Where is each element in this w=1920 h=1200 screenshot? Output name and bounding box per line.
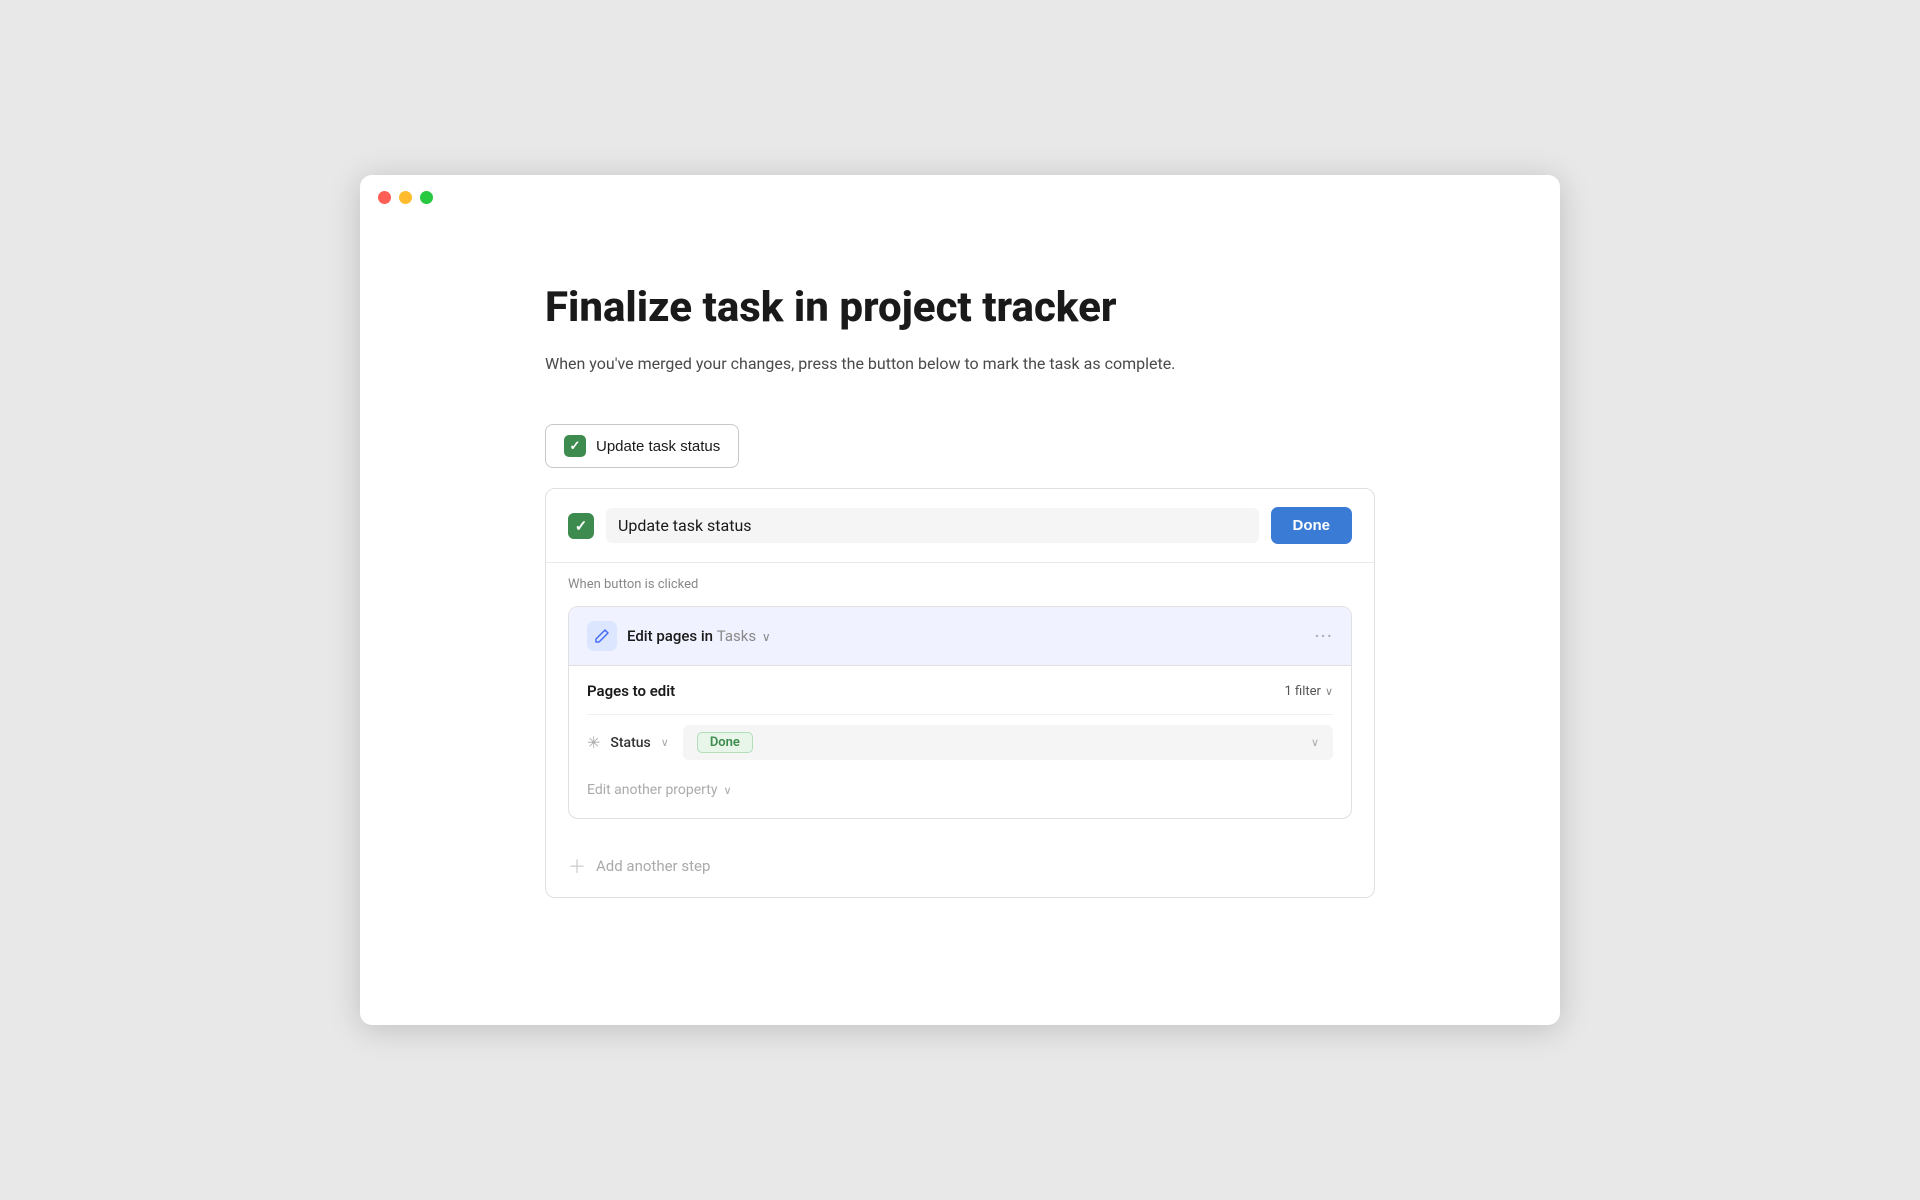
filter-count: 1 filter bbox=[1284, 684, 1320, 699]
status-icon: ✳ bbox=[587, 733, 600, 752]
edit-property-label: Edit another property bbox=[587, 782, 717, 798]
close-button[interactable] bbox=[378, 191, 391, 204]
update-button-label: Update task status bbox=[596, 438, 720, 455]
edit-pages-step: Edit pages in Tasks ∨ ··· Pages to edit … bbox=[568, 606, 1352, 819]
trigger-label: When button is clicked bbox=[546, 563, 1374, 606]
pages-to-edit-row: Pages to edit 1 filter ∨ bbox=[587, 682, 1333, 700]
step-title-prefix: Edit pages in bbox=[627, 627, 713, 645]
step-title: Edit pages in Tasks ∨ bbox=[627, 627, 771, 645]
add-step-plus-icon: ＋ bbox=[568, 853, 586, 879]
add-step-label: Add another step bbox=[596, 857, 710, 875]
done-badge-chevron-icon: ∨ bbox=[1311, 736, 1319, 749]
done-button[interactable]: Done bbox=[1271, 507, 1353, 544]
status-chevron-icon: ∨ bbox=[661, 736, 669, 749]
card-checkbox[interactable] bbox=[568, 513, 594, 539]
update-task-status-button[interactable]: Update task status bbox=[545, 424, 739, 468]
page-title: Finalize task in project tracker bbox=[545, 284, 1375, 332]
edit-another-property-button[interactable]: Edit another property ∨ bbox=[587, 770, 1333, 802]
card-header: Done bbox=[546, 489, 1374, 563]
step-body: Pages to edit 1 filter ∨ ✳ Status ∨ Done bbox=[569, 666, 1351, 818]
done-badge-container[interactable]: Done ∨ bbox=[683, 725, 1333, 760]
main-content: Finalize task in project tracker When yo… bbox=[360, 204, 1560, 958]
filter-badge[interactable]: 1 filter ∨ bbox=[1284, 684, 1333, 699]
app-window: Finalize task in project tracker When yo… bbox=[360, 175, 1560, 1025]
step-header: Edit pages in Tasks ∨ ··· bbox=[569, 607, 1351, 666]
edit-property-chevron-icon: ∨ bbox=[723, 784, 731, 797]
step-header-left: Edit pages in Tasks ∨ bbox=[587, 621, 771, 651]
minimize-button[interactable] bbox=[399, 191, 412, 204]
done-badge: Done bbox=[697, 732, 753, 753]
button-checkbox-icon bbox=[564, 435, 586, 457]
step-more-button[interactable]: ··· bbox=[1314, 626, 1333, 646]
status-row: ✳ Status ∨ Done ∨ bbox=[587, 714, 1333, 770]
page-description: When you've merged your changes, press t… bbox=[545, 352, 1375, 376]
automation-card: Done When button is clicked Edit pages i… bbox=[545, 488, 1375, 898]
filter-chevron-icon: ∨ bbox=[1325, 685, 1333, 698]
pages-label: Pages to edit bbox=[587, 682, 675, 700]
titlebar bbox=[360, 175, 1560, 204]
step-db-name: Tasks bbox=[717, 627, 756, 645]
card-title-input[interactable] bbox=[606, 508, 1259, 543]
maximize-button[interactable] bbox=[420, 191, 433, 204]
edit-pages-icon bbox=[587, 621, 617, 651]
step-db-chevron-icon: ∨ bbox=[762, 630, 771, 644]
add-another-step-button[interactable]: ＋ Add another step bbox=[546, 837, 1374, 897]
status-label: Status bbox=[610, 735, 650, 751]
